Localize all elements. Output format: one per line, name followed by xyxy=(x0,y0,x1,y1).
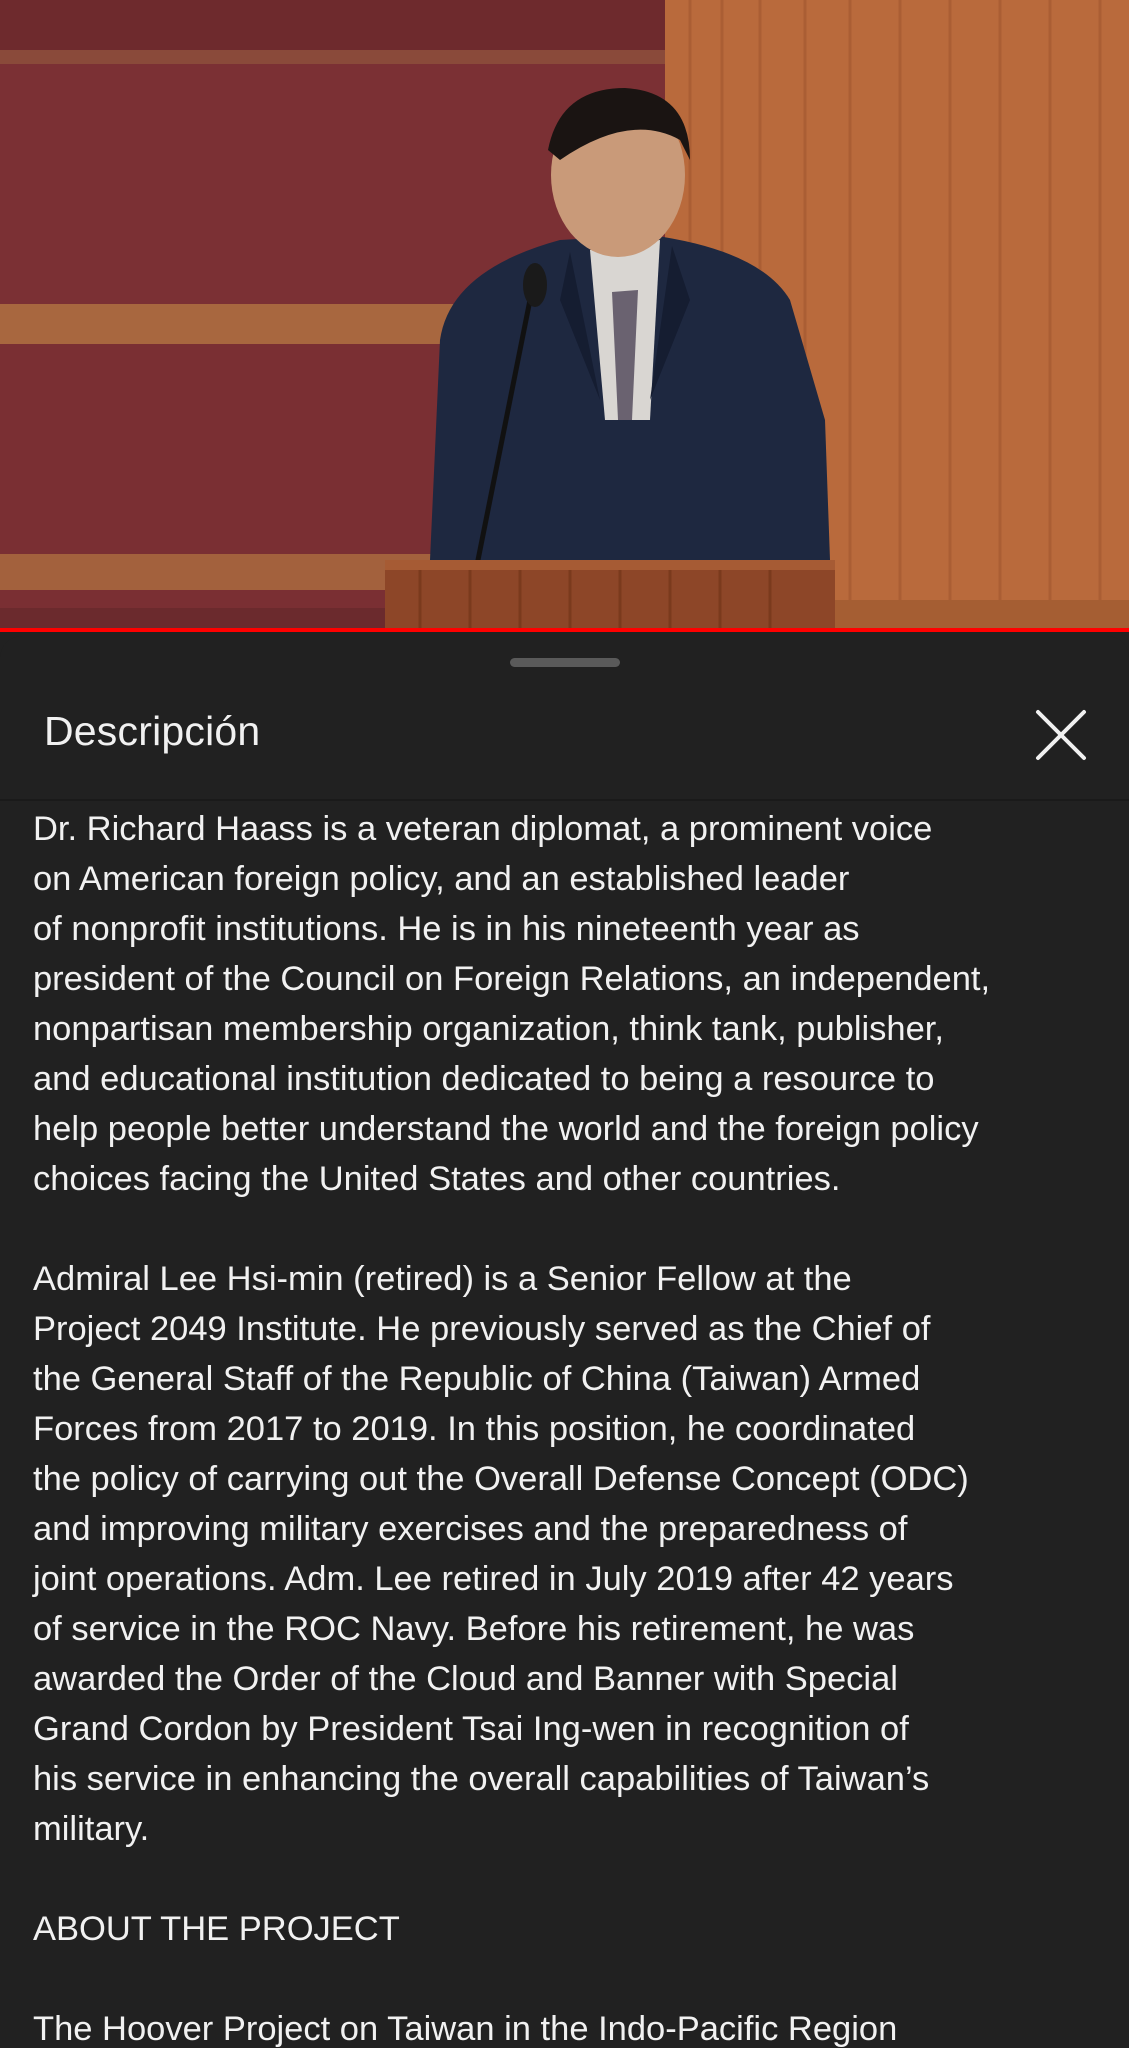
sheet-title: Descripción xyxy=(44,708,261,754)
description-paragraph-1: Dr. Richard Haass is a veteran diplomat,… xyxy=(33,804,1113,1204)
section-heading: ABOUT THE PROJECT xyxy=(33,1910,400,1948)
text-line: the policy of carrying out the Overall D… xyxy=(33,1460,969,1498)
text-line: Grand Cordon by President Tsai Ing-wen i… xyxy=(33,1710,909,1748)
drag-handle[interactable] xyxy=(510,658,620,667)
text-line: awarded the Order of the Cloud and Banne… xyxy=(33,1660,898,1698)
description-paragraph-2: Admiral Lee Hsi-min (retired) is a Senio… xyxy=(33,1254,1113,1854)
text-line: and educational institution dedicated to… xyxy=(33,1060,935,1098)
header-divider xyxy=(0,799,1129,801)
video-progress-fill xyxy=(0,628,1129,632)
text-line: Dr. Richard Haass is a veteran diplomat,… xyxy=(33,810,933,848)
text-line: and improving military exercises and the… xyxy=(33,1510,908,1548)
app-screen: Descripción Dr. Richard Haass is a veter… xyxy=(0,0,1129,2048)
video-progress-bar[interactable] xyxy=(0,628,1129,632)
description-body: Dr. Richard Haass is a veteran diplomat,… xyxy=(33,804,1113,2048)
video-player[interactable] xyxy=(0,0,1129,632)
close-button[interactable] xyxy=(1030,704,1092,766)
text-line: Forces from 2017 to 2019. In this positi… xyxy=(33,1410,916,1448)
video-frame xyxy=(0,0,1129,632)
sheet-header: Descripción xyxy=(0,684,1129,784)
description-paragraph-3: The Hoover Project on Taiwan in the Indo… xyxy=(33,2004,1113,2048)
text-line: of service in the ROC Navy. Before his r… xyxy=(33,1610,915,1648)
about-heading: ABOUT THE PROJECT xyxy=(33,1904,1113,1954)
text-line: president of the Council on Foreign Rela… xyxy=(33,960,991,998)
text-line: Admiral Lee Hsi-min (retired) is a Senio… xyxy=(33,1260,852,1298)
description-sheet: Descripción Dr. Richard Haass is a veter… xyxy=(0,636,1129,2048)
text-line: of nonprofit institutions. He is in his … xyxy=(33,910,860,948)
text-line: joint operations. Adm. Lee retired in Ju… xyxy=(33,1560,954,1598)
close-icon xyxy=(1036,710,1086,760)
text-line: The Hoover Project on Taiwan in the Indo… xyxy=(33,2010,898,2048)
text-line: his service in enhancing the overall cap… xyxy=(33,1760,930,1798)
text-line: the General Staff of the Republic of Chi… xyxy=(33,1360,921,1398)
text-line: Project 2049 Institute. He previously se… xyxy=(33,1310,931,1348)
text-line: on American foreign policy, and an estab… xyxy=(33,860,850,898)
text-line: nonpartisan membership organization, thi… xyxy=(33,1010,944,1048)
text-line: help people better understand the world … xyxy=(33,1110,979,1148)
text-line: military. xyxy=(33,1810,150,1848)
text-line: choices facing the United States and oth… xyxy=(33,1160,841,1198)
